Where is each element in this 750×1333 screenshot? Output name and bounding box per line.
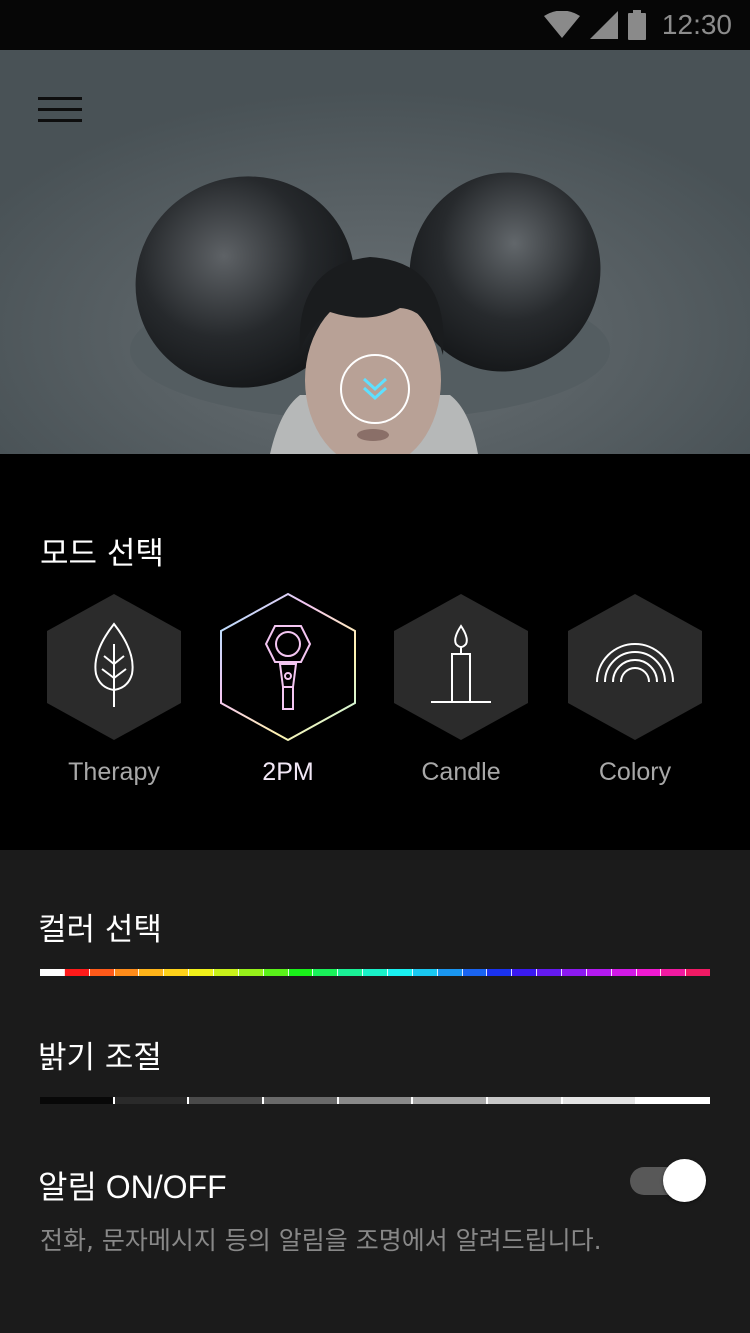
expand-button[interactable] [340, 354, 410, 424]
mode-label-candle: Candle [421, 758, 501, 786]
notification-toggle[interactable] [628, 1157, 708, 1203]
color-segment[interactable] [461, 969, 487, 976]
brightness-title: 밝기 조절 [38, 1040, 162, 1076]
mode-colory[interactable]: Colory [565, 592, 705, 798]
color-segment[interactable] [63, 969, 89, 976]
color-segment[interactable] [138, 969, 164, 976]
color-segment[interactable] [88, 969, 114, 976]
color-slider[interactable] [40, 969, 711, 976]
candle-icon [431, 624, 491, 703]
color-segment[interactable] [387, 969, 412, 976]
mode-title: 모드 선택 [40, 536, 164, 572]
color-segment[interactable] [635, 969, 661, 976]
color-segment[interactable] [411, 969, 437, 976]
menu-button[interactable] [30, 90, 90, 130]
lightstick-icon [264, 625, 312, 710]
brightness-segment[interactable] [560, 1097, 636, 1104]
brightness-segment[interactable] [112, 1097, 188, 1104]
color-segment[interactable] [486, 969, 512, 976]
notification-title: 알림 ON/OFF [38, 1169, 227, 1205]
color-segment[interactable] [113, 969, 139, 976]
brightness-segment[interactable] [40, 1097, 113, 1104]
mode-label-colory: Colory [598, 758, 672, 786]
brightness-segment[interactable] [411, 1097, 487, 1104]
color-segment[interactable] [585, 969, 611, 976]
color-segment[interactable] [362, 969, 388, 976]
color-segment[interactable] [610, 969, 636, 976]
controls-panel: 컬러 선택 밝기 조절 알림 ON/OFF 전화, 문자메시지 등의 알림을 조… [0, 850, 750, 1333]
toggle-knob [663, 1159, 706, 1202]
brightness-segment[interactable] [635, 1097, 711, 1104]
color-segment[interactable] [511, 969, 537, 976]
color-segment[interactable] [685, 969, 711, 976]
color-segment[interactable] [213, 969, 238, 976]
brightness-slider[interactable] [40, 1097, 711, 1104]
cellular-signal-icon [589, 11, 618, 39]
leaf-icon [94, 622, 134, 707]
battery-icon [627, 10, 646, 40]
color-segment[interactable] [188, 969, 214, 976]
color-segment[interactable] [40, 969, 64, 976]
color-segment[interactable] [287, 969, 313, 976]
mode-therapy[interactable]: Therapy [44, 592, 184, 798]
brightness-segment[interactable] [336, 1097, 412, 1104]
color-segment[interactable] [660, 969, 686, 976]
color-segment[interactable] [561, 969, 586, 976]
rainbow-icon [596, 643, 674, 683]
hero-banner [0, 50, 750, 454]
brightness-segment[interactable] [262, 1097, 337, 1104]
status-time: 12:30 [661, 9, 732, 40]
color-select-title: 컬러 선택 [38, 912, 162, 948]
double-chevron-down-icon [362, 377, 388, 401]
mode-label-therapy: Therapy [68, 758, 160, 786]
color-segment[interactable] [237, 969, 263, 976]
mode-label-2pm: 2PM [262, 758, 314, 786]
mode-2pm[interactable]: 2PM [218, 592, 358, 798]
brightness-segment[interactable] [486, 1097, 561, 1104]
brightness-segment[interactable] [187, 1097, 263, 1104]
status-icons: 12:30 [543, 8, 732, 42]
mode-section: 모드 선택 Therapy 2PM Candle Colory [0, 454, 750, 850]
color-segment[interactable] [337, 969, 363, 976]
wifi-icon [543, 11, 580, 38]
mode-candle[interactable]: Candle [391, 592, 531, 798]
color-segment[interactable] [163, 969, 189, 976]
color-segment[interactable] [436, 969, 462, 976]
notification-description: 전화, 문자메시지 등의 알림을 조명에서 알려드립니다. [40, 1226, 602, 1255]
status-bar: 12:30 [0, 0, 750, 50]
color-segment[interactable] [536, 969, 562, 976]
color-segment[interactable] [262, 969, 288, 976]
color-segment[interactable] [312, 969, 338, 976]
